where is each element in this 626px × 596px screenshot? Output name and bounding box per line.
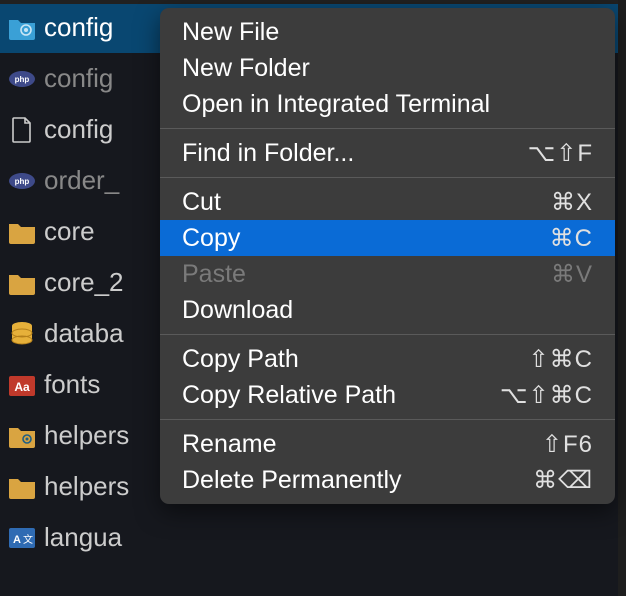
folder-gear-icon (8, 422, 36, 450)
svg-text:A: A (13, 534, 21, 546)
file-item-label: core_2 (44, 267, 124, 298)
menu-item-label: Copy Path (182, 345, 299, 374)
menu-item-label: Copy (182, 224, 240, 253)
menu-separator (160, 128, 615, 129)
menu-item-shortcut: ⇧⌘C (529, 345, 593, 374)
menu-item-shortcut: ⌥⇧F (528, 139, 593, 168)
top-strip (0, 0, 626, 4)
menu-copy-relative-path[interactable]: Copy Relative Path ⌥⇧⌘C (160, 377, 615, 413)
file-item-language[interactable]: A 文 langua (0, 512, 626, 563)
file-item-label: helpers (44, 420, 129, 451)
menu-copy-path[interactable]: Copy Path ⇧⌘C (160, 341, 615, 377)
menu-item-label: Copy Relative Path (182, 381, 396, 410)
file-item-label: databa (44, 318, 124, 349)
folder-config-icon (8, 14, 36, 42)
menu-item-label: Cut (182, 188, 221, 217)
menu-item-shortcut: ⌘C (550, 224, 593, 253)
folder-icon (8, 218, 36, 246)
menu-copy[interactable]: Copy ⌘C (160, 220, 615, 256)
folder-icon (8, 473, 36, 501)
menu-new-folder[interactable]: New Folder (160, 50, 615, 86)
file-item-label: langua (44, 522, 122, 553)
right-edge (618, 0, 626, 596)
menu-item-shortcut: ⌘X (551, 188, 593, 217)
menu-find-in-folder[interactable]: Find in Folder... ⌥⇧F (160, 135, 615, 171)
folder-icon (8, 269, 36, 297)
php-icon: php (8, 65, 36, 93)
menu-item-shortcut: ⌘V (551, 260, 593, 289)
file-item-label: order_ (44, 165, 119, 196)
menu-item-label: New Folder (182, 54, 310, 83)
file-icon (8, 116, 36, 144)
menu-download[interactable]: Download (160, 292, 615, 328)
menu-item-shortcut: ⇧F6 (542, 430, 593, 459)
menu-item-label: Download (182, 296, 293, 325)
file-item-label: helpers (44, 471, 129, 502)
svg-text:php: php (15, 177, 30, 186)
menu-separator (160, 177, 615, 178)
svg-text:Aa: Aa (14, 380, 30, 394)
php-icon: php (8, 167, 36, 195)
menu-delete-permanently[interactable]: Delete Permanently ⌘⌫ (160, 462, 615, 498)
file-item-label: fonts (44, 369, 100, 400)
menu-item-label: Delete Permanently (182, 466, 402, 495)
menu-open-terminal[interactable]: Open in Integrated Terminal (160, 86, 615, 122)
menu-separator (160, 419, 615, 420)
menu-item-shortcut: ⌘⌫ (533, 466, 593, 495)
file-item-label: config (44, 114, 113, 145)
menu-item-label: Paste (182, 260, 246, 289)
menu-separator (160, 334, 615, 335)
file-item-label: core (44, 216, 95, 247)
file-item-label: config (44, 63, 113, 94)
svg-text:文: 文 (23, 533, 33, 546)
svg-text:php: php (15, 75, 30, 84)
language-icon: A 文 (8, 524, 36, 552)
fonts-icon: Aa (8, 371, 36, 399)
database-icon (8, 320, 36, 348)
menu-cut[interactable]: Cut ⌘X (160, 184, 615, 220)
menu-item-label: Open in Integrated Terminal (182, 90, 490, 119)
menu-item-label: New File (182, 18, 279, 47)
menu-rename[interactable]: Rename ⇧F6 (160, 426, 615, 462)
menu-item-shortcut: ⌥⇧⌘C (500, 381, 593, 410)
context-menu: New File New Folder Open in Integrated T… (160, 8, 615, 504)
menu-new-file[interactable]: New File (160, 14, 615, 50)
menu-item-label: Rename (182, 430, 277, 459)
file-item-label: config (44, 12, 113, 43)
menu-item-label: Find in Folder... (182, 139, 354, 168)
menu-paste: Paste ⌘V (160, 256, 615, 292)
